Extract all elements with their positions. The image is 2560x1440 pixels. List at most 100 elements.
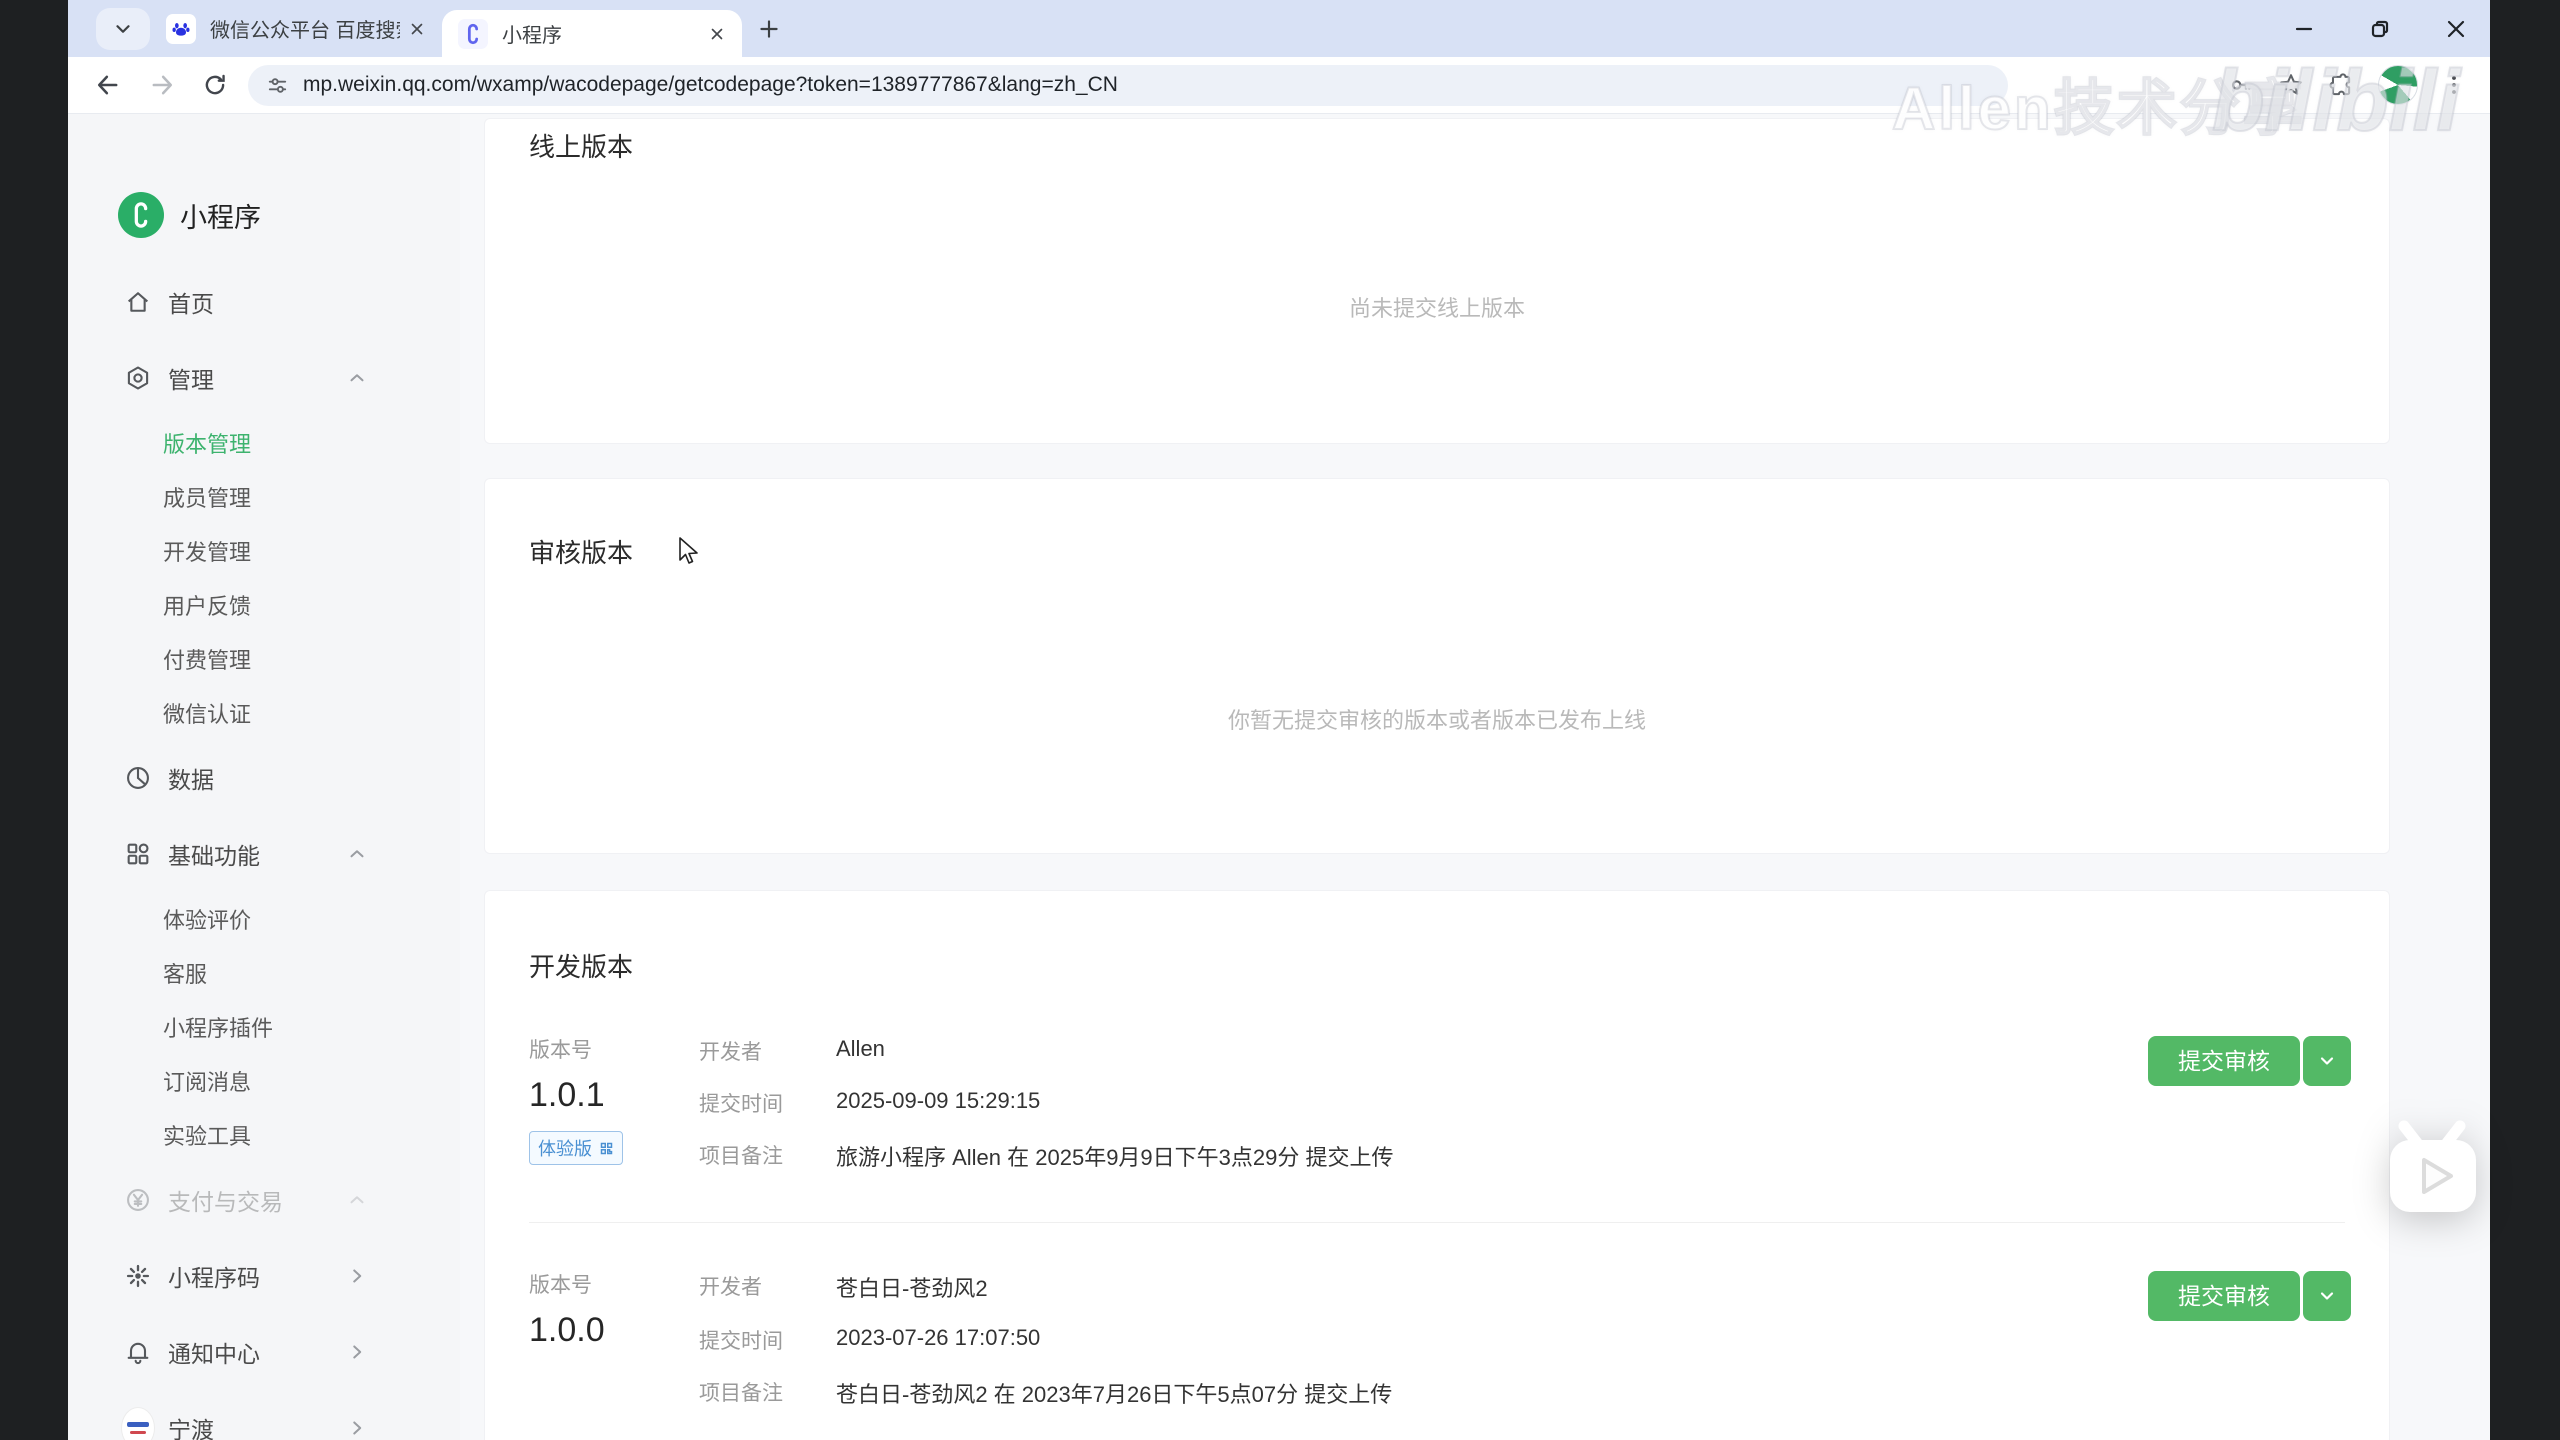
payment-icon bbox=[122, 1186, 154, 1214]
mouse-cursor bbox=[676, 536, 702, 566]
sidebar-item-mini-plugin[interactable]: 小程序插件 bbox=[68, 1000, 460, 1054]
sidebar-item-label: 通知中心 bbox=[168, 1335, 260, 1369]
bookmark-star-icon[interactable] bbox=[2278, 72, 2304, 98]
sidebar-item-dev-mgmt[interactable]: 开发管理 bbox=[68, 524, 460, 578]
submit-review-group: 提交审核 bbox=[2148, 1271, 2351, 1321]
sidebar-item-label: 体验评价 bbox=[163, 903, 251, 935]
tab-miniprogram[interactable]: 小程序 bbox=[442, 10, 742, 57]
tab-title: 微信公众平台 百度搜索 bbox=[210, 14, 400, 43]
developer-value: Allen bbox=[836, 1036, 885, 1062]
trial-version-badge[interactable]: 体验版 bbox=[529, 1131, 623, 1165]
online-version-card: 线上版本 尚未提交线上版本 bbox=[484, 118, 2390, 444]
sidebar-item-notify-center[interactable]: 通知中心 bbox=[68, 1314, 460, 1390]
tab-title: 小程序 bbox=[502, 19, 700, 48]
sidebar-item-customer-svc[interactable]: 客服 bbox=[68, 946, 460, 1000]
site-settings-icon[interactable] bbox=[266, 74, 289, 97]
project-note-value: 旅游小程序 Allen 在 2025年9月9日下午3点29分 提交上传 bbox=[836, 1140, 1394, 1172]
sidebar-item-label: 客服 bbox=[163, 957, 207, 989]
password-key-icon[interactable] bbox=[2228, 72, 2254, 98]
chevron-up-icon bbox=[346, 367, 368, 389]
brand: 小程序 bbox=[118, 192, 460, 238]
sidebar-item-member-mgmt[interactable]: 成员管理 bbox=[68, 470, 460, 524]
close-tab-icon[interactable] bbox=[408, 20, 426, 38]
sidebar-item-basic-features[interactable]: 基础功能 bbox=[68, 816, 460, 892]
sidebar-item-subscribe-msg[interactable]: 订阅消息 bbox=[68, 1054, 460, 1108]
extensions-icon[interactable] bbox=[2328, 72, 2354, 98]
chevron-down-icon bbox=[112, 18, 134, 40]
sidebar-item-lab-tools[interactable]: 实验工具 bbox=[68, 1108, 460, 1162]
version-number-label: 版本号 bbox=[529, 1034, 699, 1064]
forward-button[interactable] bbox=[148, 71, 176, 99]
features-icon bbox=[122, 840, 154, 868]
close-window-button[interactable] bbox=[2444, 17, 2468, 41]
sidebar-item-mini-qrcode[interactable]: 小程序码 bbox=[68, 1238, 460, 1314]
close-tab-icon[interactable] bbox=[708, 25, 726, 43]
submit-time-value: 2023-07-26 17:07:50 bbox=[836, 1325, 1040, 1351]
data-icon bbox=[122, 764, 154, 792]
sidebar-item-home[interactable]: 首页 bbox=[68, 264, 460, 340]
brand-name: 小程序 bbox=[180, 196, 261, 235]
menu-dots-icon[interactable] bbox=[2442, 73, 2466, 97]
arrow-right-icon bbox=[346, 1417, 368, 1439]
version-number: 1.0.1 bbox=[529, 1076, 699, 1115]
arrow-right-icon bbox=[346, 1341, 368, 1363]
manage-icon bbox=[122, 364, 154, 392]
sidebar-item-label: 微信认证 bbox=[163, 697, 251, 729]
address-bar[interactable]: mp.weixin.qq.com/wxamp/wacodepage/getcod… bbox=[248, 65, 2008, 106]
dev-version-card: 开发版本 版本号 1.0.1 体验版 开发者Allen 提交时间2025-09-… bbox=[484, 890, 2390, 1440]
developer-label: 开发者 bbox=[699, 1271, 836, 1301]
submit-review-button[interactable]: 提交审核 bbox=[2148, 1036, 2300, 1086]
tv-play-icon bbox=[2390, 1126, 2476, 1212]
sidebar-item-version-mgmt[interactable]: 版本管理 bbox=[68, 416, 460, 470]
submit-time-label: 提交时间 bbox=[699, 1325, 836, 1355]
qrcode-icon bbox=[122, 1262, 154, 1290]
reload-button[interactable] bbox=[202, 72, 228, 98]
new-tab-button[interactable] bbox=[756, 16, 782, 42]
sidebar-menu: 首页管理版本管理成员管理开发管理用户反馈付费管理微信认证数据基础功能体验评价客服… bbox=[68, 264, 460, 1440]
submit-dropdown-button[interactable] bbox=[2303, 1036, 2351, 1086]
sidebar-item-label: 订阅消息 bbox=[163, 1065, 251, 1097]
empty-state-text: 尚未提交线上版本 bbox=[485, 291, 2389, 323]
page-root: 微信公众平台 百度搜索 小程序 bbox=[0, 0, 2560, 1440]
submit-dropdown-button[interactable] bbox=[2303, 1271, 2351, 1321]
sidebar-item-data[interactable]: 数据 bbox=[68, 740, 460, 816]
sidebar-item-label: 数据 bbox=[168, 761, 214, 795]
tab-search-button[interactable] bbox=[96, 8, 150, 50]
window-controls bbox=[2292, 17, 2468, 41]
bilibili-player-button[interactable] bbox=[2384, 1118, 2492, 1240]
review-version-card: 审核版本 你暂无提交审核的版本或者版本已发布上线 bbox=[484, 478, 2390, 854]
developer-value: 苍白日-苍劲风2 bbox=[836, 1271, 988, 1303]
sidebar-item-pay-trade[interactable]: 支付与交易 bbox=[68, 1162, 460, 1238]
sidebar-item-manage[interactable]: 管理 bbox=[68, 340, 460, 416]
version-list: 版本号 1.0.1 体验版 开发者Allen 提交时间2025-09-09 15… bbox=[529, 1034, 2345, 1440]
sidebar-item-exp-review[interactable]: 体验评价 bbox=[68, 892, 460, 946]
version-row: 版本号 1.0.0 开发者苍白日-苍劲风2 提交时间2023-07-26 17:… bbox=[529, 1223, 2345, 1440]
qr-code-icon bbox=[599, 1141, 614, 1156]
minimize-button[interactable] bbox=[2292, 17, 2316, 41]
sidebar-item-pay-mgmt[interactable]: 付费管理 bbox=[68, 632, 460, 686]
profile-avatar[interactable] bbox=[2378, 65, 2418, 105]
version-number: 1.0.0 bbox=[529, 1311, 699, 1350]
project-note-label: 项目备注 bbox=[699, 1377, 836, 1407]
sidebar-item-ningdu[interactable]: 宁渡 bbox=[68, 1390, 460, 1440]
sidebar-item-label: 实验工具 bbox=[163, 1119, 251, 1151]
sidebar-item-label: 基础功能 bbox=[168, 837, 260, 871]
sidebar-item-label: 付费管理 bbox=[163, 643, 251, 675]
baidu-paw-icon bbox=[166, 14, 196, 44]
bell-icon bbox=[122, 1338, 154, 1366]
restore-button[interactable] bbox=[2368, 17, 2392, 41]
tab-strip: 微信公众平台 百度搜索 小程序 bbox=[68, 0, 2490, 57]
section-title: 线上版本 bbox=[485, 127, 2389, 164]
home-icon bbox=[122, 288, 154, 316]
submit-review-button[interactable]: 提交审核 bbox=[2148, 1271, 2300, 1321]
chevron-up-icon bbox=[346, 843, 368, 865]
project-note-label: 项目备注 bbox=[699, 1140, 836, 1170]
sidebar-item-label: 小程序码 bbox=[168, 1259, 260, 1293]
main-area: 线上版本 尚未提交线上版本 审核版本 你暂无提交审核的版本或者版本已发布上线 开… bbox=[460, 114, 2490, 1440]
arrow-right-icon bbox=[346, 1265, 368, 1287]
sidebar-item-wechat-verify[interactable]: 微信认证 bbox=[68, 686, 460, 740]
submit-review-group: 提交审核 bbox=[2148, 1036, 2351, 1086]
sidebar-item-user-feedback[interactable]: 用户反馈 bbox=[68, 578, 460, 632]
tab-baidu-search[interactable]: 微信公众平台 百度搜索 bbox=[150, 0, 442, 57]
back-button[interactable] bbox=[94, 71, 122, 99]
